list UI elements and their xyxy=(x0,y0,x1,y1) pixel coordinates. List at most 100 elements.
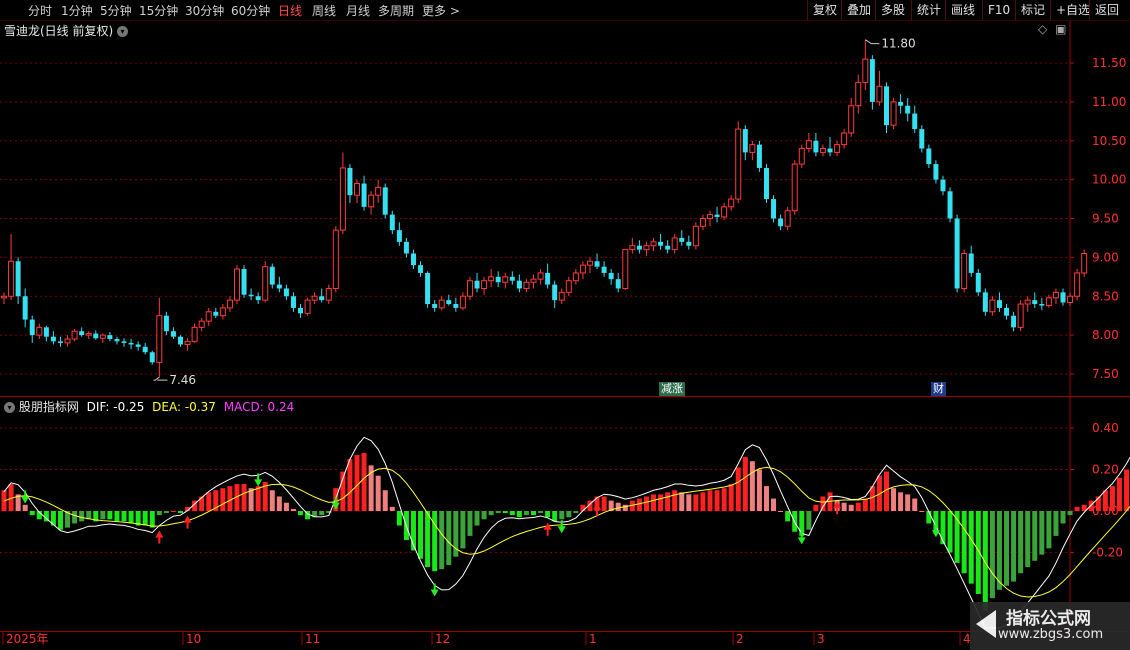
macd-bar xyxy=(968,511,974,584)
toolbar-button-6[interactable]: 标记 xyxy=(1015,0,1050,20)
sell-arrow-icon xyxy=(254,479,263,487)
macd-bar xyxy=(396,511,402,526)
candle-body xyxy=(474,280,480,289)
candle-body xyxy=(686,241,692,246)
candle-body xyxy=(608,272,614,280)
macd-bar xyxy=(290,508,296,511)
window-icon[interactable]: ▣ xyxy=(1055,22,1066,36)
price-tick-label: 10.50 xyxy=(1092,134,1126,148)
period-tab-10[interactable]: 更多 > xyxy=(422,2,460,19)
candle-body xyxy=(1081,252,1088,274)
macd-bar xyxy=(1074,506,1080,511)
period-tab-0[interactable]: 分时 xyxy=(28,2,52,19)
period-tab-8[interactable]: 月线 xyxy=(346,2,370,19)
macd-bar xyxy=(347,459,353,511)
chevron-down-icon[interactable]: ▾ xyxy=(117,26,129,37)
macd-bar xyxy=(651,494,657,511)
candle-body xyxy=(643,245,650,251)
indicator-tick-label: -0.20 xyxy=(1092,546,1123,560)
diamond-icon[interactable]: ◇ xyxy=(1038,22,1047,36)
indicator-header: ▾ 股朋指标网 DIF: -0.25 DEA: -0.37 MACD: 0.24 xyxy=(4,398,294,415)
buy-arrow-icon xyxy=(593,502,602,510)
candle-body xyxy=(947,191,953,219)
toolbar-button-4[interactable]: 画线 xyxy=(945,0,980,20)
toolbar-button-1[interactable]: 叠加 xyxy=(841,0,876,20)
macd-bar xyxy=(128,511,134,524)
macd-bar xyxy=(439,511,445,570)
macd-bar xyxy=(446,511,452,565)
candle-body xyxy=(226,299,233,309)
candle-body xyxy=(354,183,360,196)
candle-body xyxy=(523,281,530,289)
period-tab-9[interactable]: 多周期 xyxy=(378,2,414,19)
macd-bar xyxy=(756,469,762,511)
candle-body xyxy=(276,284,282,289)
candle-body xyxy=(813,140,819,153)
event-label-cai[interactable]: 财 xyxy=(931,382,946,396)
watermark: 指标公式网 www.zbgs3.com xyxy=(970,602,1130,650)
toolbar-button-2[interactable]: 多股 xyxy=(875,0,910,20)
chevron-down-icon[interactable]: ▾ xyxy=(4,402,15,413)
toolbar-button-3[interactable]: 统计 xyxy=(911,0,946,20)
candle-body xyxy=(50,336,56,342)
period-tab-3[interactable]: 15分钟 xyxy=(139,2,178,19)
xaxis-label: 2025年 xyxy=(6,632,49,646)
period-tab-2[interactable]: 5分钟 xyxy=(100,2,132,19)
candle-body xyxy=(552,284,558,301)
candle-body xyxy=(565,280,572,293)
candle-body xyxy=(79,331,85,336)
period-tab-6[interactable]: 日线 xyxy=(278,2,302,19)
price-tick-label: 7.50 xyxy=(1092,367,1119,381)
period-tab-4[interactable]: 30分钟 xyxy=(185,2,224,19)
period-tab-7[interactable]: 周线 xyxy=(312,2,336,19)
stock-chart-canvas[interactable]: 11.50 11.00 10.50 10.00 9.50 9.00 8.50 8.00 7.50… xyxy=(0,0,1130,650)
toolbar-button-5[interactable]: F10 xyxy=(982,0,1015,20)
toolbar-button-0[interactable]: 复权 xyxy=(807,0,842,20)
macd-bar xyxy=(643,496,649,511)
macd-bar xyxy=(552,511,558,522)
macd-bar xyxy=(432,511,438,572)
macd-bar xyxy=(742,457,748,511)
candle-body xyxy=(905,105,911,114)
sell-arrow-icon xyxy=(797,537,806,545)
macd-bar xyxy=(418,511,424,559)
price-tick-label: 9.00 xyxy=(1092,250,1119,264)
candle-body xyxy=(954,218,960,289)
candle-body xyxy=(128,342,134,345)
candle-body xyxy=(269,266,275,285)
macd-bar xyxy=(580,504,586,511)
candle-body xyxy=(855,81,862,107)
candle-body xyxy=(778,218,784,227)
candle-body xyxy=(728,198,735,208)
candle-body xyxy=(121,341,127,343)
macd-bar xyxy=(566,511,572,518)
candle-body xyxy=(579,264,586,274)
candle-body xyxy=(692,225,699,247)
buy-arrow-icon xyxy=(155,530,164,538)
period-tab-1[interactable]: 1分钟 xyxy=(61,2,93,19)
macd-bar xyxy=(114,511,120,522)
event-label-jianzhang[interactable]: 减涨 xyxy=(659,382,685,396)
candle-body xyxy=(756,144,762,168)
candle-body xyxy=(453,304,459,308)
candle-body xyxy=(933,164,939,180)
macd-bar xyxy=(636,498,642,511)
toolbar-button-8[interactable]: 返回 xyxy=(1089,0,1124,20)
candle-body xyxy=(586,260,593,266)
macd-bar xyxy=(771,498,777,511)
period-tab-5[interactable]: 60分钟 xyxy=(231,2,270,19)
macd-bar xyxy=(79,511,85,522)
macd-bar xyxy=(989,511,995,599)
low-price-label: 7.46 xyxy=(169,373,196,387)
macd-bar xyxy=(1046,511,1052,549)
candle-body xyxy=(163,315,169,332)
price-tick-label: 10.00 xyxy=(1092,173,1126,187)
macd-bar xyxy=(1053,511,1059,536)
macd-bar xyxy=(1032,511,1038,561)
candle-body xyxy=(834,144,841,153)
candle-body xyxy=(714,214,720,217)
candle-body xyxy=(71,330,78,340)
xaxis-label: 2 xyxy=(736,632,744,646)
candle-body xyxy=(926,148,932,165)
candle-body xyxy=(375,186,382,196)
